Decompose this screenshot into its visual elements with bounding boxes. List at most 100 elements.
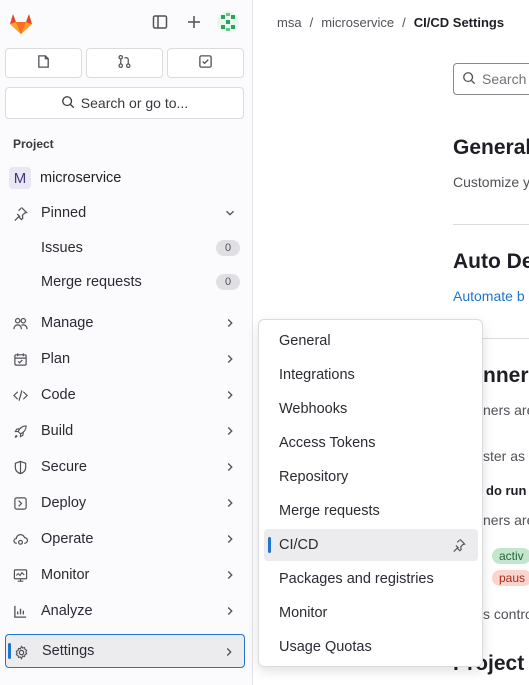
chevron-right-icon (223, 604, 237, 618)
sidebar-item-label: Operate (41, 531, 94, 547)
gear-icon (13, 644, 29, 660)
pinned-section-toggle[interactable]: Pinned (5, 197, 245, 229)
todo-button[interactable] (167, 48, 244, 78)
chevron-right-icon (223, 316, 237, 330)
search-button[interactable]: Search or go to... (5, 87, 244, 119)
sidebar-item-plan[interactable]: Plan (5, 343, 245, 375)
sidebar-item-analyze[interactable]: Analyze (5, 595, 245, 627)
plus-icon[interactable] (184, 12, 204, 32)
calendar-icon (12, 351, 28, 367)
auto-devops-link[interactable]: Automate b (453, 288, 525, 304)
flyout-item-ci-cd[interactable]: CI/CD (264, 529, 478, 561)
pinned-item-issues[interactable]: Issues 0 (5, 232, 245, 264)
sidebar-item-operate[interactable]: Operate (5, 523, 245, 555)
users-icon (12, 315, 28, 331)
sidebar-item-code[interactable]: Code (5, 379, 245, 411)
flyout-item-packages-and-registries[interactable]: Packages and registries (264, 563, 478, 595)
status-badge-paused: paus (492, 570, 529, 586)
runners-text: ners are (483, 512, 529, 528)
pinned-item-merge-requests[interactable]: Merge requests 0 (5, 266, 245, 298)
breadcrumb-separator: / (309, 15, 314, 30)
chevron-right-icon (223, 352, 237, 366)
flyout-item-monitor[interactable]: Monitor (264, 597, 478, 629)
flyout-item-label: Access Tokens (279, 435, 376, 451)
flyout-item-webhooks[interactable]: Webhooks (264, 393, 478, 425)
section-label: Project (13, 137, 54, 151)
active-indicator (8, 643, 11, 659)
sidebar-item-label: Analyze (41, 603, 93, 619)
settings-search-input[interactable]: Search (453, 63, 529, 95)
sidebar-item-label: Deploy (41, 495, 87, 511)
project-avatar: M (9, 167, 31, 189)
runners-text: ners are (483, 402, 529, 418)
flyout-item-label: Integrations (279, 367, 355, 383)
search-label: Search or go to... (80, 95, 189, 111)
sidebar-item-label: Build (41, 423, 74, 439)
sidebar-item-deploy[interactable]: Deploy (5, 487, 245, 519)
flyout-item-label: General (279, 333, 331, 349)
chevron-right-icon (223, 424, 237, 438)
chart-icon (12, 603, 28, 619)
sidebar-item-label: Plan (41, 351, 71, 367)
flyout-item-label: Packages and registries (279, 571, 434, 587)
breadcrumb: msa / microservice / CI/CD Settings (277, 15, 504, 30)
chevron-right-icon (223, 532, 237, 546)
sidebar-item-label: Secure (41, 459, 87, 475)
issues-button[interactable] (5, 48, 82, 78)
sidebar-topbar (0, 0, 253, 44)
runners-text: ster as (483, 448, 526, 464)
user-avatar[interactable] (217, 11, 239, 33)
monitor-icon (12, 567, 28, 583)
project-name: microservice (40, 170, 122, 186)
sidebar-item-monitor[interactable]: Monitor (5, 559, 245, 591)
flyout-item-repository[interactable]: Repository (264, 461, 478, 493)
pinned-label: Pinned (41, 205, 87, 221)
breadcrumb-separator: / (402, 15, 406, 30)
flyout-item-merge-requests[interactable]: Merge requests (264, 495, 478, 527)
flyout-item-label: Webhooks (279, 401, 348, 417)
sidebar-item-build[interactable]: Build (5, 415, 245, 447)
flyout-item-label: Usage Quotas (279, 639, 372, 655)
breadcrumb-current[interactable]: CI/CD Settings (414, 15, 504, 30)
chevron-right-icon (223, 496, 237, 510)
sidebar-item-label: Monitor (41, 567, 90, 583)
sidebar-item-label: Settings (42, 643, 95, 659)
search-icon (462, 71, 476, 88)
section-title-general: General (453, 136, 529, 159)
rocket-icon (12, 423, 28, 439)
section-title-runners: nners (483, 364, 529, 387)
breadcrumb-item-microservice[interactable]: microservice (321, 15, 394, 30)
search-placeholder: Search (482, 71, 527, 87)
flyout-item-access-tokens[interactable]: Access Tokens (264, 427, 478, 459)
settings-flyout-menu: General Integrations Webhooks Access Tok… (258, 319, 483, 667)
flyout-item-usage-quotas[interactable]: Usage Quotas (264, 631, 478, 663)
divider (453, 224, 529, 225)
section-title-auto-devops: Auto De (453, 250, 529, 273)
code-icon (12, 387, 28, 403)
gitlab-logo[interactable] (8, 10, 34, 36)
count-badge: 0 (216, 240, 240, 256)
sidebar-toggle-icon[interactable] (150, 12, 170, 32)
chevron-right-icon (223, 460, 237, 474)
pin-icon (12, 205, 28, 221)
todo-icon (198, 54, 213, 72)
cloud-gear-icon (12, 531, 28, 547)
merge-requests-button[interactable] (86, 48, 163, 78)
runners-text: do run (486, 483, 527, 498)
count-badge: 0 (216, 274, 240, 290)
flyout-item-general[interactable]: General (264, 325, 478, 357)
status-badge-active: activ (492, 548, 529, 564)
pinned-item-label: Merge requests (41, 274, 142, 290)
pin-icon[interactable] (452, 538, 466, 552)
sidebar-item-secure[interactable]: Secure (5, 451, 245, 483)
search-icon (61, 95, 75, 112)
flyout-item-integrations[interactable]: Integrations (264, 359, 478, 391)
flyout-item-label: Repository (279, 469, 349, 485)
left-sidebar: Search or go to... Project M microservic… (0, 0, 253, 685)
pinned-item-label: Issues (41, 240, 83, 256)
sidebar-item-manage[interactable]: Manage (5, 307, 245, 339)
sidebar-item-settings[interactable]: Settings (5, 634, 245, 668)
shield-icon (12, 459, 28, 475)
project-link[interactable]: M microservice (9, 166, 245, 190)
breadcrumb-item-msa[interactable]: msa (277, 15, 302, 30)
